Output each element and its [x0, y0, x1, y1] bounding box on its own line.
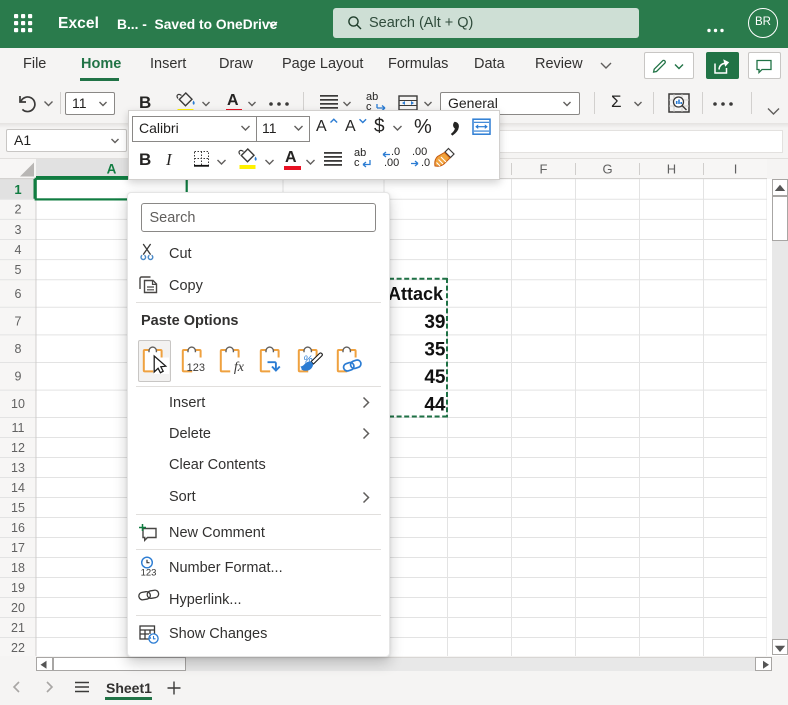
svg-text:20: 20 [11, 601, 25, 615]
svg-text:123: 123 [186, 362, 204, 374]
svg-text:Attack: Attack [388, 284, 444, 304]
svg-text:H: H [667, 162, 676, 177]
svg-text:9: 9 [15, 370, 22, 384]
svg-text:15: 15 [11, 501, 25, 515]
svg-text:12: 12 [11, 441, 25, 455]
svg-text:44: 44 [424, 395, 446, 416]
svg-text:4: 4 [15, 243, 22, 257]
svg-text:2: 2 [15, 203, 22, 217]
svg-text:123: 123 [141, 568, 157, 578]
svg-text:11: 11 [12, 421, 25, 435]
svg-text:35: 35 [424, 340, 446, 361]
svg-text:21: 21 [11, 621, 25, 635]
svg-text:G: G [602, 162, 612, 177]
svg-text:8: 8 [15, 342, 22, 356]
svg-text:6: 6 [15, 287, 22, 301]
svg-text:1: 1 [14, 182, 21, 197]
svg-text:3: 3 [15, 223, 22, 237]
svg-text:39: 39 [424, 312, 445, 333]
svg-text:7: 7 [15, 314, 22, 328]
svg-text:22: 22 [11, 641, 25, 655]
svg-text:16: 16 [11, 521, 25, 535]
svg-text:F: F [540, 162, 548, 177]
svg-text:18: 18 [11, 561, 25, 575]
svg-text:13: 13 [11, 461, 25, 475]
svg-text:17: 17 [11, 541, 25, 555]
svg-text:45: 45 [424, 367, 446, 388]
svg-text:5: 5 [15, 263, 22, 277]
svg-text:fx: fx [234, 360, 245, 374]
svg-text:10: 10 [11, 397, 25, 411]
svg-text:14: 14 [11, 481, 25, 495]
svg-text:A: A [107, 162, 117, 177]
svg-text:19: 19 [11, 581, 25, 595]
svg-text:I: I [734, 162, 738, 177]
